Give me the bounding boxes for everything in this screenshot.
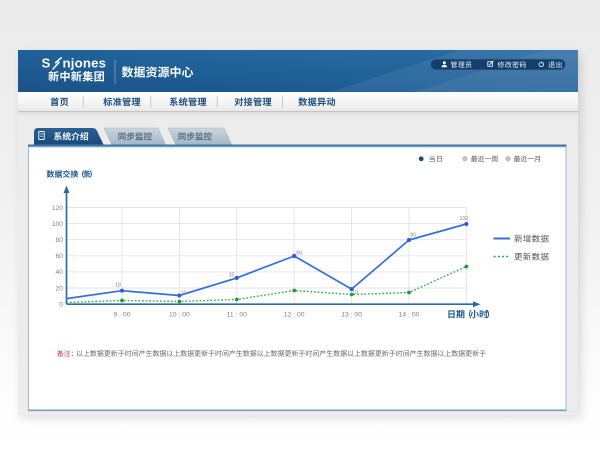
svg-text:100: 100	[460, 216, 469, 222]
svg-text:20: 20	[56, 285, 64, 292]
svg-text:10 : 00: 10 : 00	[169, 312, 190, 319]
svg-text:10: 10	[181, 291, 187, 297]
svg-text:0: 0	[59, 301, 63, 308]
svg-text:60: 60	[296, 251, 302, 257]
svg-text:9 : 00: 9 : 00	[113, 312, 130, 319]
svg-text:80: 80	[410, 233, 416, 239]
svg-text:18: 18	[115, 283, 121, 289]
svg-text:S: S	[42, 55, 51, 70]
svg-text:35: 35	[229, 273, 235, 279]
svg-text:10: 10	[352, 290, 358, 296]
svg-text:40: 40	[56, 269, 64, 276]
svg-text:120: 120	[52, 205, 63, 212]
svg-text:14 : 00: 14 : 00	[399, 312, 420, 319]
svg-text:11 : 00: 11 : 00	[227, 312, 248, 319]
svg-text:100: 100	[52, 221, 63, 228]
svg-text:80: 80	[56, 237, 64, 244]
svg-text:60: 60	[56, 253, 64, 260]
svg-text:njones: njones	[63, 55, 107, 70]
svg-text:12 : 00: 12 : 00	[284, 312, 305, 319]
svg-text:13 : 00: 13 : 00	[341, 312, 362, 319]
